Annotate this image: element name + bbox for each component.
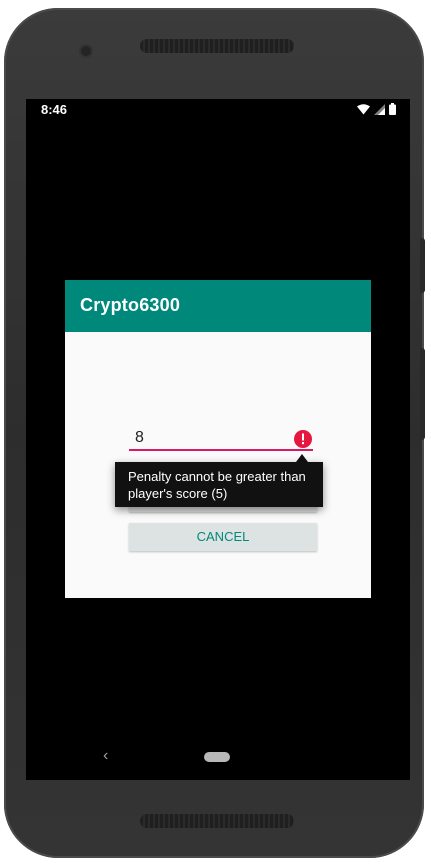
front-camera xyxy=(81,46,91,56)
phone-device: 8:46 Crypto6300 8 CANCEL Penalty cannot … xyxy=(4,8,425,858)
error-message-line-2: player's score (5) xyxy=(128,486,228,501)
error-message-line-1: Penalty cannot be greater than xyxy=(128,469,306,484)
penalty-input[interactable] xyxy=(129,427,313,451)
power-button xyxy=(420,238,425,293)
top-speaker xyxy=(140,39,294,53)
battery-icon xyxy=(389,103,396,115)
status-icons xyxy=(357,103,396,115)
home-icon[interactable] xyxy=(204,752,230,762)
back-icon[interactable]: ‹ xyxy=(103,747,108,765)
penalty-dialog: Crypto6300 ...IT CANCEL xyxy=(65,280,371,598)
error-popup: Penalty cannot be greater than player's … xyxy=(115,462,323,507)
dialog-header: Crypto6300 xyxy=(65,280,371,332)
volume-button xyxy=(420,348,425,440)
phone-screen: 8:46 Crypto6300 8 CANCEL Penalty cannot … xyxy=(26,99,410,780)
error-popup-arrow xyxy=(296,454,308,462)
bottom-speaker xyxy=(140,814,294,828)
status-time: 8:46 xyxy=(41,102,68,117)
dialog-title: Crypto6300 xyxy=(80,295,181,315)
signal-icon xyxy=(374,103,385,115)
cancel-button[interactable]: CANCEL xyxy=(129,523,317,551)
wifi-icon xyxy=(357,103,370,114)
status-bar: 8:46 xyxy=(26,99,410,121)
error-icon xyxy=(294,430,312,448)
navigation-bar: ‹ xyxy=(26,739,410,780)
